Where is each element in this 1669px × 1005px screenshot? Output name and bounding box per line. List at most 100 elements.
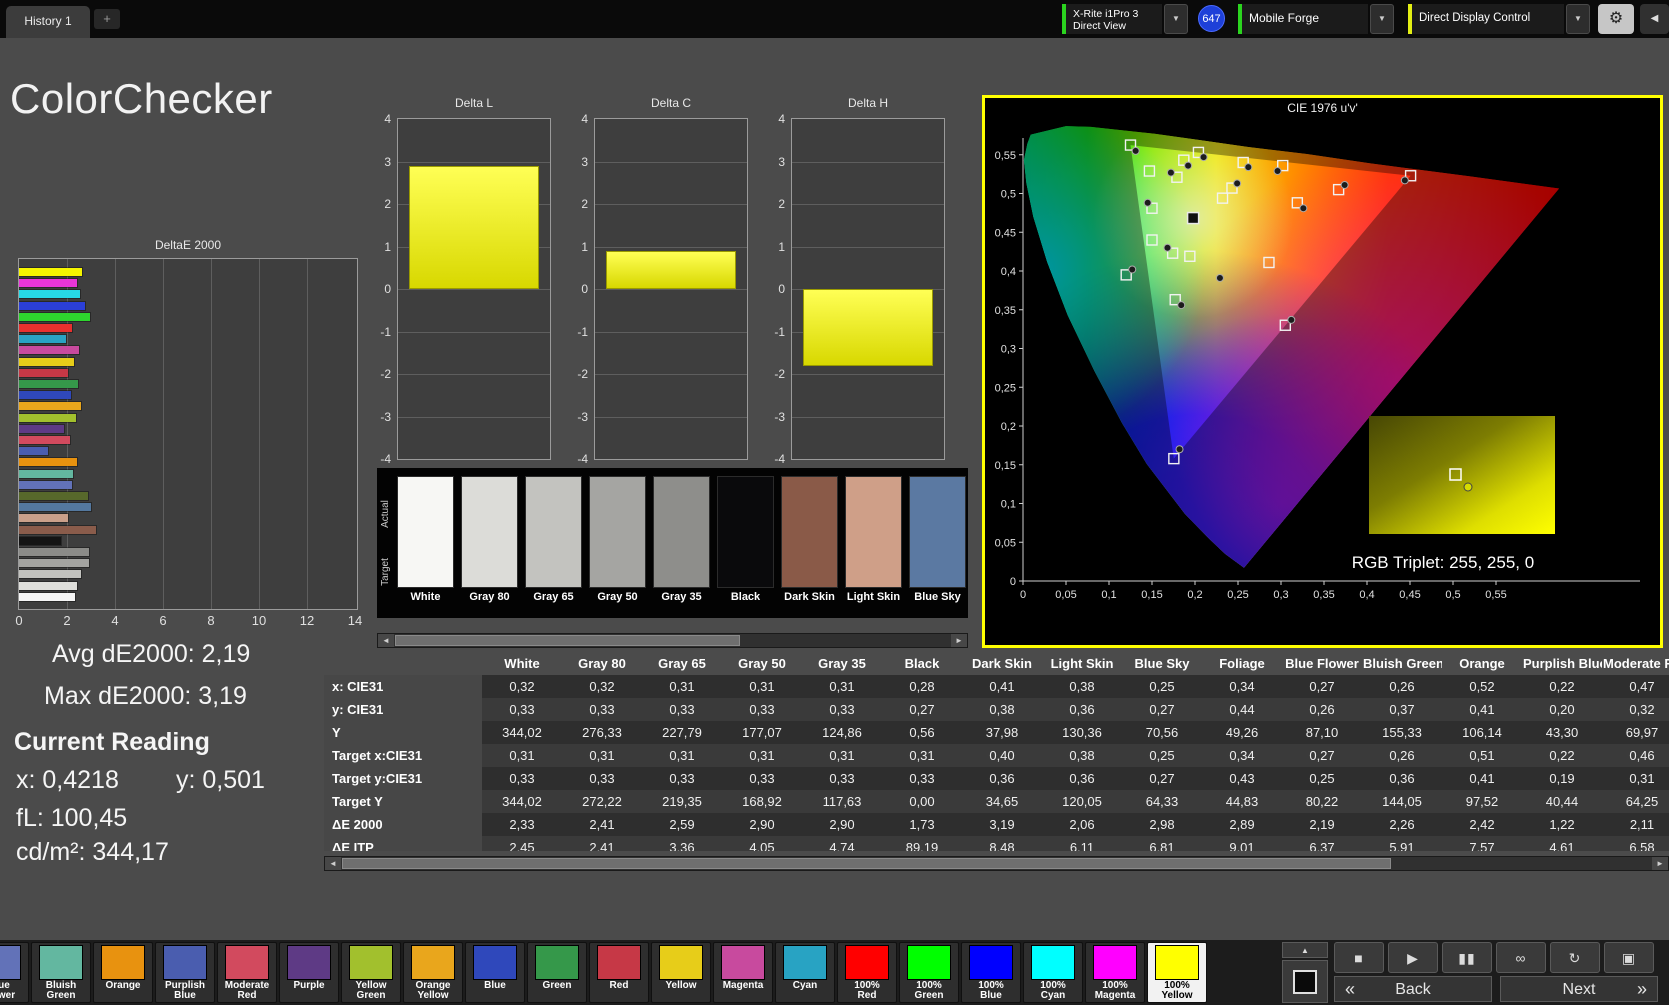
svg-text:0,1: 0,1 — [1001, 499, 1016, 511]
source-dropdown[interactable]: Mobile Forge — [1238, 4, 1368, 34]
patch-button-yellow-green[interactable]: YellowGreen — [341, 942, 401, 1003]
patch-button-orange-yellow[interactable]: OrangeYellow — [403, 942, 463, 1003]
patch-button-orange[interactable]: Orange — [93, 942, 153, 1003]
patch-label: 100%Blue — [962, 981, 1020, 1001]
chevron-down-icon[interactable]: ▼ — [1566, 4, 1590, 34]
patch-button-100-red[interactable]: 100%Red — [837, 942, 897, 1003]
scroll-right-icon[interactable]: ► — [1652, 857, 1668, 870]
axis-tick-label: 6 — [149, 613, 177, 628]
scroll-left-icon[interactable]: ◄ — [325, 857, 341, 870]
measured-point — [1300, 205, 1307, 212]
color-chip — [163, 945, 207, 980]
table-cell: 272,22 — [562, 790, 642, 813]
patch-label: 100%Yellow — [1148, 981, 1206, 1001]
fullscreen-patch-button[interactable] — [1282, 960, 1328, 1003]
table-cell: 0,52 — [1442, 675, 1522, 698]
patch-button-bluish-green[interactable]: BluishGreen — [31, 942, 91, 1003]
pause-button[interactable]: ▮▮ — [1442, 942, 1492, 973]
patch-button-red[interactable]: Red — [589, 942, 649, 1003]
table-cell: 0,20 — [1522, 698, 1602, 721]
color-chip — [907, 945, 951, 980]
history-tab[interactable]: History 1 — [6, 6, 90, 38]
column-header: White — [482, 651, 562, 675]
scroll-right-icon[interactable]: ► — [951, 634, 967, 647]
patch-scroll-up-button[interactable]: ▲ — [1282, 942, 1328, 958]
de-bar-orange-yellow — [19, 402, 81, 410]
de-bar-dark-skin — [19, 526, 96, 534]
table-cell: 0,22 — [1522, 744, 1602, 767]
table-cell: 6,58 — [1602, 836, 1669, 851]
patch-button-100-magenta[interactable]: 100%Magenta — [1085, 942, 1145, 1003]
patch-button-blue-flower[interactable]: BlueFlower — [0, 942, 29, 1003]
patch-button-magenta[interactable]: Magenta — [713, 942, 773, 1003]
table-cell: 0,43 — [1202, 767, 1282, 790]
chart-plot — [594, 118, 748, 460]
table-cell: 2,41 — [562, 813, 642, 836]
axis-tick-label: 1 — [560, 240, 588, 254]
svg-text:0,3: 0,3 — [1273, 589, 1288, 601]
refresh-button[interactable]: ↻ — [1550, 942, 1600, 973]
settings-button[interactable]: ⚙ — [1598, 4, 1634, 34]
chevron-down-icon[interactable]: ▼ — [1164, 4, 1188, 34]
deltae2000-xlabels: 02468101214 — [18, 613, 358, 631]
measurement-count-badge: 647 — [1198, 5, 1225, 32]
table-cell: 0,32 — [1602, 698, 1669, 721]
swatch-scrollbar[interactable]: ◄► — [377, 633, 968, 648]
table-cell: 44,83 — [1202, 790, 1282, 813]
table-cell: 5,91 — [1362, 836, 1442, 851]
patch-button-100-blue[interactable]: 100%Blue — [961, 942, 1021, 1003]
scrollbar-thumb[interactable] — [395, 635, 740, 646]
patch-button-blue[interactable]: Blue — [465, 942, 525, 1003]
back-button[interactable]: « Back — [1334, 976, 1492, 1002]
next-button[interactable]: Next » — [1500, 976, 1658, 1002]
patch-button-100-green[interactable]: 100%Green — [899, 942, 959, 1003]
patch-button-green[interactable]: Green — [527, 942, 587, 1003]
chevron-down-icon[interactable]: ▼ — [1370, 4, 1394, 34]
patch-button-purplish-blue[interactable]: PurplishBlue — [155, 942, 215, 1003]
gridline — [398, 332, 550, 333]
measured-point — [1245, 164, 1252, 171]
add-tab-button[interactable]: + — [94, 9, 120, 29]
axis-tick-label: -1 — [363, 325, 391, 339]
patch-button-100-yellow[interactable]: 100%Yellow — [1147, 942, 1207, 1003]
collapse-panel-button[interactable]: ◀ — [1640, 4, 1669, 34]
meter-dropdown[interactable]: X-Rite i1Pro 3 Direct View — [1062, 4, 1162, 34]
table-scrollbar[interactable]: ◄► — [324, 856, 1669, 871]
patch-button-moderate-red[interactable]: ModerateRed — [217, 942, 277, 1003]
table-cell: 0,47 — [1602, 675, 1669, 698]
patch-button-100-cyan[interactable]: 100%Cyan — [1023, 942, 1083, 1003]
axis-tick-label: 2 — [757, 197, 785, 211]
patch-button-purple[interactable]: Purple — [279, 942, 339, 1003]
color-table: WhiteGray 80Gray 65Gray 50Gray 35BlackDa… — [324, 651, 1669, 851]
capture-button[interactable]: ▣ — [1604, 942, 1654, 973]
color-chip — [1155, 945, 1199, 980]
de-bar-100--yellow — [19, 268, 82, 276]
table-cell: 2,90 — [722, 813, 802, 836]
target-label: Target — [380, 542, 392, 602]
patch-button-yellow[interactable]: Yellow — [651, 942, 711, 1003]
axis-tick-label: -1 — [560, 325, 588, 339]
table-cell: 0,34 — [1202, 675, 1282, 698]
de-bar-100--red — [19, 324, 72, 332]
color-chip — [0, 945, 21, 980]
axis-tick-label: -2 — [560, 367, 588, 381]
table-cell: 0,32 — [562, 675, 642, 698]
up-arrow-icon: ▲ — [1301, 946, 1309, 955]
de-bar-purple — [19, 425, 64, 433]
table-cell: 43,30 — [1522, 721, 1602, 744]
stop-button[interactable]: ■ — [1334, 942, 1384, 973]
loop-button[interactable]: ∞ — [1496, 942, 1546, 973]
delta-bar — [803, 289, 933, 366]
patch-label: Cyan — [776, 981, 834, 991]
play-button[interactable]: ▶ — [1388, 942, 1438, 973]
table-cell: 177,07 — [722, 721, 802, 744]
chart-title: CIE 1976 u'v' — [985, 101, 1660, 115]
patch-button-cyan[interactable]: Cyan — [775, 942, 835, 1003]
display-control-dropdown[interactable]: Direct Display Control — [1408, 4, 1564, 34]
scroll-left-icon[interactable]: ◄ — [378, 634, 394, 647]
color-chip — [39, 945, 83, 980]
scrollbar-thumb[interactable] — [342, 858, 1391, 869]
current-point — [1188, 213, 1199, 224]
table-cell: 1,73 — [882, 813, 962, 836]
de-bar-green — [19, 380, 78, 388]
